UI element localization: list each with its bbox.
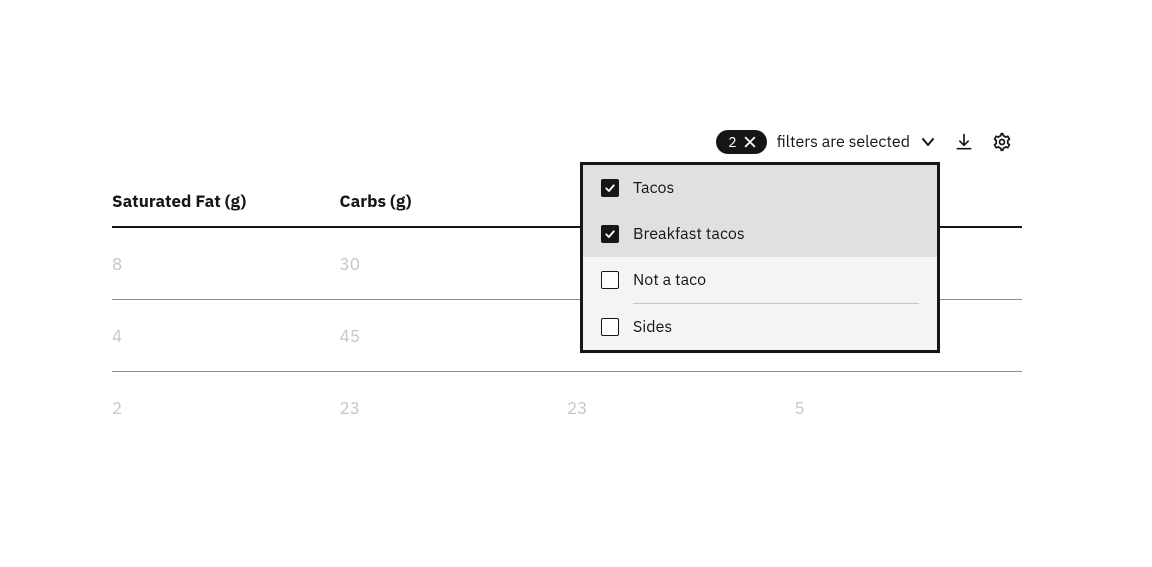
filter-dropdown-listbox[interactable]: Tacos Breakfast tacos Not a taco Sides <box>580 162 940 353</box>
filter-toolbar: 2 filters are selected <box>716 130 1012 154</box>
image-cut-off-zigzag <box>0 533 1152 567</box>
cell-saturated-fat: 4 <box>112 325 340 347</box>
settings-icon[interactable] <box>992 132 1012 152</box>
selected-count-tag[interactable]: 2 <box>716 130 766 154</box>
cell-carbs: 30 <box>340 253 568 275</box>
cell-4: 5 <box>795 397 1023 419</box>
download-icon[interactable] <box>954 132 974 152</box>
filter-option-label: Not a taco <box>633 270 706 290</box>
cell-carbs: 23 <box>340 397 568 419</box>
clear-filters-icon[interactable] <box>743 135 757 149</box>
cell-saturated-fat: 8 <box>112 253 340 275</box>
filter-summary-label: filters are selected <box>777 132 910 152</box>
filter-option-label: Sides <box>633 317 672 337</box>
column-header-saturated-fat[interactable]: Saturated Fat (g) <box>112 190 340 212</box>
filter-option-tacos[interactable]: Tacos <box>583 165 937 211</box>
table-row[interactable]: 2 23 23 5 <box>112 372 1022 444</box>
checkbox-icon <box>601 179 619 197</box>
filter-multiselect-trigger[interactable]: 2 filters are selected <box>716 130 936 154</box>
filter-option-breakfast-tacos[interactable]: Breakfast tacos <box>583 211 937 257</box>
cell-3: 23 <box>567 397 795 419</box>
cell-carbs: 45 <box>340 325 568 347</box>
cell-saturated-fat: 2 <box>112 397 340 419</box>
column-header-carbs[interactable]: Carbs (g) <box>340 190 568 212</box>
filter-option-label: Breakfast tacos <box>633 224 745 244</box>
filter-option-label: Tacos <box>633 178 674 198</box>
filter-option-sides[interactable]: Sides <box>583 304 937 350</box>
selected-count: 2 <box>728 133 736 151</box>
checkbox-icon <box>601 318 619 336</box>
checkbox-icon <box>601 225 619 243</box>
table-with-filter-dropdown: 2 filters are selected <box>0 0 1152 567</box>
checkbox-icon <box>601 271 619 289</box>
filter-option-not-a-taco[interactable]: Not a taco <box>583 257 937 303</box>
chevron-down-icon <box>920 134 936 150</box>
